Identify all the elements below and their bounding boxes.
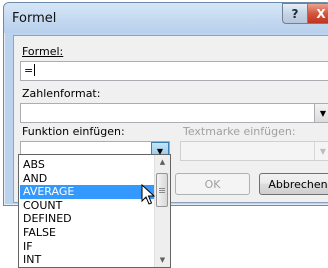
vertical-scrollbar[interactable]: ▲ ▼: [154, 155, 170, 267]
ok-button[interactable]: OK: [175, 173, 250, 195]
grip-icon: [159, 187, 165, 194]
formula-label: Formel:: [22, 45, 63, 58]
list-item[interactable]: ABS: [20, 158, 156, 172]
insert-bookmark-select[interactable]: ▼: [180, 141, 328, 161]
arrow-cursor-icon: [141, 184, 155, 205]
list-item[interactable]: AND: [20, 172, 156, 186]
screen: Formel ? X Formel: = Zahlenformat: ▼ Fun…: [0, 0, 328, 268]
formula-input[interactable]: =: [20, 61, 328, 81]
formula-label-text: Formel:: [22, 45, 64, 58]
list-item[interactable]: INT: [20, 253, 156, 267]
list-item[interactable]: FALSE: [20, 226, 156, 240]
title-bar: Formel: [4, 3, 328, 33]
text-caret: [34, 64, 36, 76]
dialog-title: Formel: [12, 11, 57, 26]
insert-function-label: Funktion einfügen:: [22, 125, 125, 138]
number-format-label: Zahlenformat:: [22, 87, 101, 100]
chevron-down-icon[interactable]: ▼: [314, 104, 328, 122]
chevron-down-icon[interactable]: ▼: [314, 142, 328, 160]
list-item[interactable]: COUNT: [20, 199, 156, 213]
formula-value: =: [24, 64, 34, 77]
list-item-selected[interactable]: AVERAGE: [20, 185, 156, 199]
list-item[interactable]: IF: [20, 240, 156, 254]
close-button[interactable]: X: [307, 3, 328, 24]
scrollbar-thumb[interactable]: [156, 173, 168, 207]
cancel-button[interactable]: Abbrechen: [259, 173, 328, 195]
function-dropdown-list[interactable]: ABS AND AVERAGE COUNT DEFINED FALSE IF I…: [18, 154, 171, 268]
list-item[interactable]: DEFINED: [20, 212, 156, 226]
scroll-up-icon[interactable]: ▲: [155, 155, 170, 169]
scroll-down-icon[interactable]: ▼: [155, 253, 170, 267]
number-format-select[interactable]: ▼: [20, 103, 328, 123]
insert-bookmark-label: Textmarke einfügen:: [183, 125, 296, 138]
help-button[interactable]: ?: [282, 3, 307, 24]
